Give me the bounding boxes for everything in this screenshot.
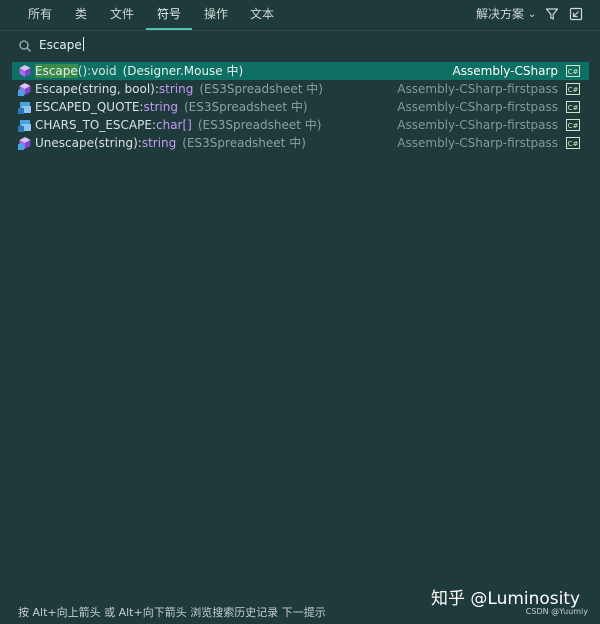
result-label: Escape():void (Designer.Mouse 中) xyxy=(35,62,243,80)
symbol-type: char[] xyxy=(156,118,192,132)
match-highlight: Escape xyxy=(35,64,78,78)
symbol-context: (Designer.Mouse 中) xyxy=(122,64,244,78)
symbol-context: (ES3Spreadsheet 中) xyxy=(197,118,322,132)
watermark: 知乎 @Luminosity xyxy=(431,589,581,609)
symbol-context: (ES3Spreadsheet 中) xyxy=(183,100,308,114)
open-in-window-icon[interactable] xyxy=(569,7,583,21)
symbol-type: string xyxy=(141,136,177,150)
symbol-context: (ES3Spreadsheet 中) xyxy=(182,136,306,150)
symbol-name: CHARS_TO_ESCAPE: xyxy=(35,118,156,132)
assembly-name: Assembly-CSharp-firstpass xyxy=(397,118,558,132)
search-bar: Escape xyxy=(0,31,600,61)
tab-bar: 所有 类 文件 符号 操作 文本 解决方案 ⌄ xyxy=(0,0,600,31)
result-row[interactable]: Escape(string, bool):string (ES3Spreadshe… xyxy=(12,80,589,98)
static-method-icon xyxy=(18,137,31,150)
csharp-file-icon: C# xyxy=(566,137,580,149)
symbol-type: string xyxy=(143,100,178,114)
assembly-name: Assembly-CSharp-firstpass xyxy=(397,82,558,96)
svg-text:C#: C# xyxy=(568,104,579,112)
csharp-file-icon: C# xyxy=(566,65,580,77)
assembly-name: Assembly-CSharp-firstpass xyxy=(397,136,558,150)
symbol-type: string xyxy=(158,82,194,96)
scope-label: 解决方案 xyxy=(476,7,525,21)
symbol-name: Unescape(string): xyxy=(35,136,142,150)
tab-text[interactable]: 文本 xyxy=(242,0,282,28)
result-label: ESCAPED_QUOTE:string (ES3Spreadsheet 中) xyxy=(35,98,308,116)
symbol-context: (ES3Spreadsheet 中) xyxy=(199,82,323,96)
search-input[interactable]: Escape xyxy=(39,37,84,52)
result-label: Escape(string, bool):string (ES3Spreadshe… xyxy=(35,80,323,98)
filter-icon[interactable] xyxy=(545,7,559,21)
static-field-icon xyxy=(18,102,31,114)
result-label: Unescape(string):string (ES3Spreadsheet 中… xyxy=(35,134,306,152)
tab-actions[interactable]: 操作 xyxy=(196,0,236,28)
symbol-name: ():void xyxy=(77,64,117,78)
status-hint: 按 Alt+向上箭头 或 Alt+向下箭头 浏览搜索历史记录 下一提示 xyxy=(18,606,326,619)
csharp-file-icon: C# xyxy=(566,83,580,95)
csharp-file-icon: C# xyxy=(566,101,580,113)
svg-text:C#: C# xyxy=(568,68,579,76)
result-label: CHARS_TO_ESCAPE:char[] (ES3Spreadsheet 中) xyxy=(35,116,321,134)
svg-text:C#: C# xyxy=(568,140,579,148)
chevron-down-icon: ⌄ xyxy=(528,9,537,20)
scope-dropdown[interactable]: 解决方案 ⌄ xyxy=(476,0,536,28)
symbol-name: Escape(string, bool): xyxy=(35,82,159,96)
assembly-name: Assembly-CSharp xyxy=(452,64,558,78)
text-caret xyxy=(82,37,84,51)
result-row[interactable]: ESCAPED_QUOTE:string (ES3Spreadsheet 中) A… xyxy=(12,98,589,116)
tab-symbols[interactable]: 符号 xyxy=(146,0,192,30)
results-list: Escape():void (Designer.Mouse 中) Assembly… xyxy=(0,62,600,152)
tab-classes[interactable]: 类 xyxy=(66,0,96,28)
static-field-icon xyxy=(18,120,31,132)
csharp-file-icon: C# xyxy=(566,119,580,131)
symbol-name: ESCAPED_QUOTE: xyxy=(35,100,144,114)
csdn-watermark: CSDN @Yuumiy xyxy=(525,607,588,616)
static-method-icon xyxy=(18,83,31,96)
svg-text:C#: C# xyxy=(568,122,579,130)
svg-text:C#: C# xyxy=(568,86,579,94)
cube-icon xyxy=(19,65,31,77)
search-query: Escape xyxy=(39,38,82,52)
result-row[interactable]: Escape():void (Designer.Mouse 中) Assembly… xyxy=(12,62,589,80)
tab-files[interactable]: 文件 xyxy=(102,0,142,28)
search-icon xyxy=(19,40,31,52)
result-row[interactable]: Unescape(string):string (ES3Spreadsheet 中… xyxy=(12,134,589,152)
tab-all[interactable]: 所有 xyxy=(18,0,62,28)
result-row[interactable]: CHARS_TO_ESCAPE:char[] (ES3Spreadsheet 中)… xyxy=(12,116,589,134)
assembly-name: Assembly-CSharp-firstpass xyxy=(397,100,558,114)
